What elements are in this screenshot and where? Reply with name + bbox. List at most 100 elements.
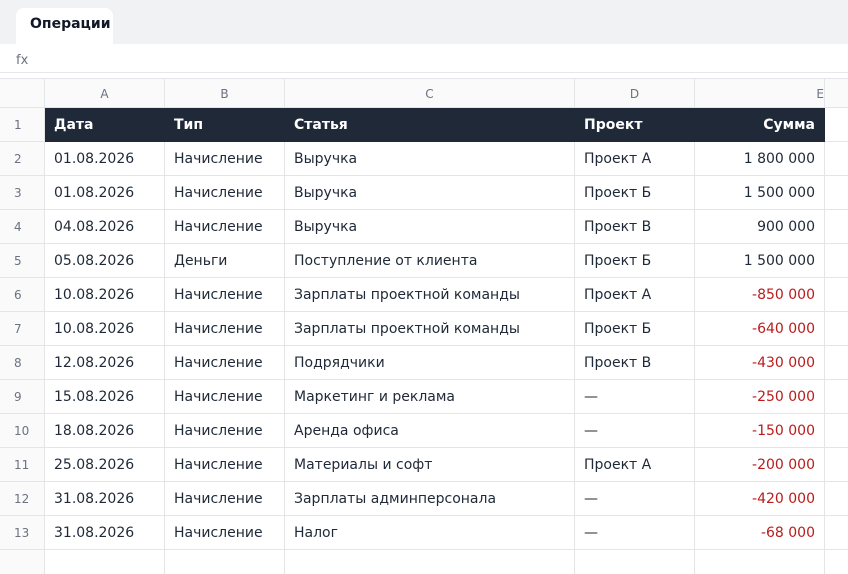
- cell-project[interactable]: —: [575, 482, 695, 516]
- sheet-tab-operations[interactable]: Операции: [16, 8, 113, 44]
- cell-type[interactable]: Начисление: [165, 142, 285, 176]
- empty-cell[interactable]: [825, 312, 848, 346]
- row-number[interactable]: 10: [0, 414, 45, 448]
- row-number[interactable]: 3: [0, 176, 45, 210]
- cell-project[interactable]: —: [575, 380, 695, 414]
- cell-project[interactable]: Проект Б: [575, 244, 695, 278]
- cell-amount[interactable]: -420 000: [695, 482, 825, 516]
- empty-cell[interactable]: [825, 210, 848, 244]
- cell-date[interactable]: 18.08.2026: [45, 414, 165, 448]
- cell-article[interactable]: Поступление от клиента: [285, 244, 575, 278]
- cell-amount[interactable]: -430 000: [695, 346, 825, 380]
- cell-project[interactable]: Проект В: [575, 210, 695, 244]
- cell-article[interactable]: Подрядчики: [285, 346, 575, 380]
- cell-date[interactable]: 01.08.2026: [45, 142, 165, 176]
- empty-cell[interactable]: [825, 448, 848, 482]
- cell-article[interactable]: Материалы и софт: [285, 448, 575, 482]
- empty-cell[interactable]: [825, 482, 848, 516]
- cell-type[interactable]: Начисление: [165, 210, 285, 244]
- column-header-d[interactable]: D: [575, 78, 695, 108]
- empty-cell[interactable]: [45, 550, 165, 574]
- row-number[interactable]: 7: [0, 312, 45, 346]
- cell-date[interactable]: 12.08.2026: [45, 346, 165, 380]
- row-number[interactable]: 12: [0, 482, 45, 516]
- empty-cell[interactable]: [825, 278, 848, 312]
- cell-amount[interactable]: 900 000: [695, 210, 825, 244]
- empty-cell[interactable]: [825, 414, 848, 448]
- empty-cell[interactable]: [825, 516, 848, 550]
- cell-type[interactable]: Деньги: [165, 244, 285, 278]
- cell-type[interactable]: Начисление: [165, 448, 285, 482]
- cell-amount[interactable]: -850 000: [695, 278, 825, 312]
- row-number[interactable]: 8: [0, 346, 45, 380]
- row-number[interactable]: 9: [0, 380, 45, 414]
- cell-project[interactable]: Проект Б: [575, 176, 695, 210]
- cell-type[interactable]: Начисление: [165, 278, 285, 312]
- cell-type[interactable]: Начисление: [165, 516, 285, 550]
- row-number[interactable]: 13: [0, 516, 45, 550]
- cell-article[interactable]: Выручка: [285, 142, 575, 176]
- header-cell-type[interactable]: Тип: [165, 108, 285, 142]
- cell-date[interactable]: 04.08.2026: [45, 210, 165, 244]
- empty-cell[interactable]: [695, 550, 825, 574]
- cell-project[interactable]: —: [575, 414, 695, 448]
- cell-amount[interactable]: 1 500 000: [695, 176, 825, 210]
- row-number[interactable]: 2: [0, 142, 45, 176]
- empty-cell[interactable]: [0, 550, 45, 574]
- cell-date[interactable]: 10.08.2026: [45, 278, 165, 312]
- empty-cell[interactable]: [825, 346, 848, 380]
- row-number[interactable]: 1: [0, 108, 45, 142]
- row-number[interactable]: 5: [0, 244, 45, 278]
- header-cell-date[interactable]: Дата: [45, 108, 165, 142]
- select-all-corner[interactable]: [0, 78, 45, 108]
- empty-cell[interactable]: [825, 142, 848, 176]
- empty-cell[interactable]: [285, 550, 575, 574]
- cell-type[interactable]: Начисление: [165, 482, 285, 516]
- cell-amount[interactable]: -250 000: [695, 380, 825, 414]
- cell-project[interactable]: Проект Б: [575, 312, 695, 346]
- cell-amount[interactable]: -150 000: [695, 414, 825, 448]
- cell-date[interactable]: 01.08.2026: [45, 176, 165, 210]
- cell-article[interactable]: Выручка: [285, 210, 575, 244]
- cell-type[interactable]: Начисление: [165, 176, 285, 210]
- cell-article[interactable]: Зарплаты проектной команды: [285, 312, 575, 346]
- cell-date[interactable]: 31.08.2026: [45, 482, 165, 516]
- cell-type[interactable]: Начисление: [165, 312, 285, 346]
- empty-cell[interactable]: [825, 176, 848, 210]
- column-header-c[interactable]: C: [285, 78, 575, 108]
- header-cell-project[interactable]: Проект: [575, 108, 695, 142]
- cell-type[interactable]: Начисление: [165, 380, 285, 414]
- column-header-e[interactable]: E: [695, 78, 825, 108]
- cell-article[interactable]: Аренда офиса: [285, 414, 575, 448]
- cell-article[interactable]: Налог: [285, 516, 575, 550]
- header-cell-article[interactable]: Статья: [285, 108, 575, 142]
- cell-project[interactable]: —: [575, 516, 695, 550]
- column-header-f[interactable]: [825, 78, 848, 108]
- cell-type[interactable]: Начисление: [165, 346, 285, 380]
- cell-type[interactable]: Начисление: [165, 414, 285, 448]
- cell-article[interactable]: Зарплаты проектной команды: [285, 278, 575, 312]
- empty-cell[interactable]: [575, 550, 695, 574]
- empty-cell[interactable]: [165, 550, 285, 574]
- cell-amount[interactable]: -200 000: [695, 448, 825, 482]
- cell-amount[interactable]: -640 000: [695, 312, 825, 346]
- cell-date[interactable]: 05.08.2026: [45, 244, 165, 278]
- cell-project[interactable]: Проект В: [575, 346, 695, 380]
- empty-cell[interactable]: [825, 380, 848, 414]
- empty-cell[interactable]: [825, 108, 848, 142]
- cell-amount[interactable]: -68 000: [695, 516, 825, 550]
- column-header-b[interactable]: B: [165, 78, 285, 108]
- empty-cell[interactable]: [825, 244, 848, 278]
- cell-date[interactable]: 25.08.2026: [45, 448, 165, 482]
- cell-date[interactable]: 15.08.2026: [45, 380, 165, 414]
- cell-article[interactable]: Выручка: [285, 176, 575, 210]
- empty-cell[interactable]: [825, 550, 848, 574]
- header-cell-amount[interactable]: Сумма: [695, 108, 825, 142]
- cell-project[interactable]: Проект А: [575, 142, 695, 176]
- cell-project[interactable]: Проект А: [575, 448, 695, 482]
- cell-amount[interactable]: 1 800 000: [695, 142, 825, 176]
- row-number[interactable]: 4: [0, 210, 45, 244]
- column-header-a[interactable]: A: [45, 78, 165, 108]
- cell-article[interactable]: Зарплаты админперсонала: [285, 482, 575, 516]
- cell-amount[interactable]: 1 500 000: [695, 244, 825, 278]
